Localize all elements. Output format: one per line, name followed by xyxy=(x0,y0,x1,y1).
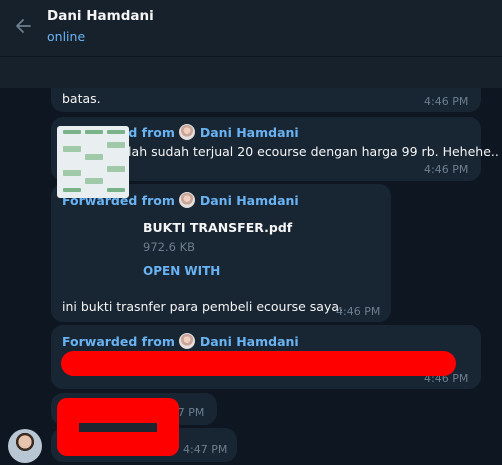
message-time: 4:46 PM xyxy=(336,305,381,318)
message-list[interactable]: batas. 4:46 PM Forwarded from Dani Hamda… xyxy=(0,88,502,465)
pdf-thumbnail-icon[interactable] xyxy=(57,126,129,198)
forwarded-name: Dani Hamdani xyxy=(199,192,299,208)
message-bubble[interactable] xyxy=(51,88,481,112)
forwarded-header[interactable]: Forwarded from Dani Hamdani xyxy=(62,333,299,349)
forwarded-name: Dani Hamdani xyxy=(199,333,299,349)
chat-header: Dani Hamdani online xyxy=(0,0,502,56)
message-text: ini bukti trasnfer para pembeli ecourse … xyxy=(62,299,343,314)
file-size: 972.6 KB xyxy=(143,240,196,254)
file-name[interactable]: BUKTI TRANSFER.pdf xyxy=(143,220,292,235)
user-avatar[interactable] xyxy=(8,429,42,463)
forwarded-label: Forwarded from xyxy=(62,333,175,349)
contact-status: online xyxy=(47,29,86,44)
contact-name[interactable]: Dani Hamdani xyxy=(47,8,154,24)
message-time: 4:47 PM xyxy=(183,443,228,456)
forwarded-name: Dani Hamdani xyxy=(199,124,299,140)
redaction-bar xyxy=(61,351,456,376)
message-time: 4:46 PM xyxy=(424,163,469,176)
back-arrow-icon[interactable] xyxy=(12,15,34,37)
sender-avatar-icon xyxy=(178,124,195,140)
message-time: 4:46 PM xyxy=(424,95,469,108)
sender-avatar-icon xyxy=(178,192,195,208)
message-text: batas. xyxy=(62,91,101,106)
header-subbar xyxy=(0,56,502,88)
open-with-button[interactable]: OPEN WITH xyxy=(143,264,220,278)
sender-avatar-icon xyxy=(178,333,195,349)
redaction-line xyxy=(79,423,157,432)
